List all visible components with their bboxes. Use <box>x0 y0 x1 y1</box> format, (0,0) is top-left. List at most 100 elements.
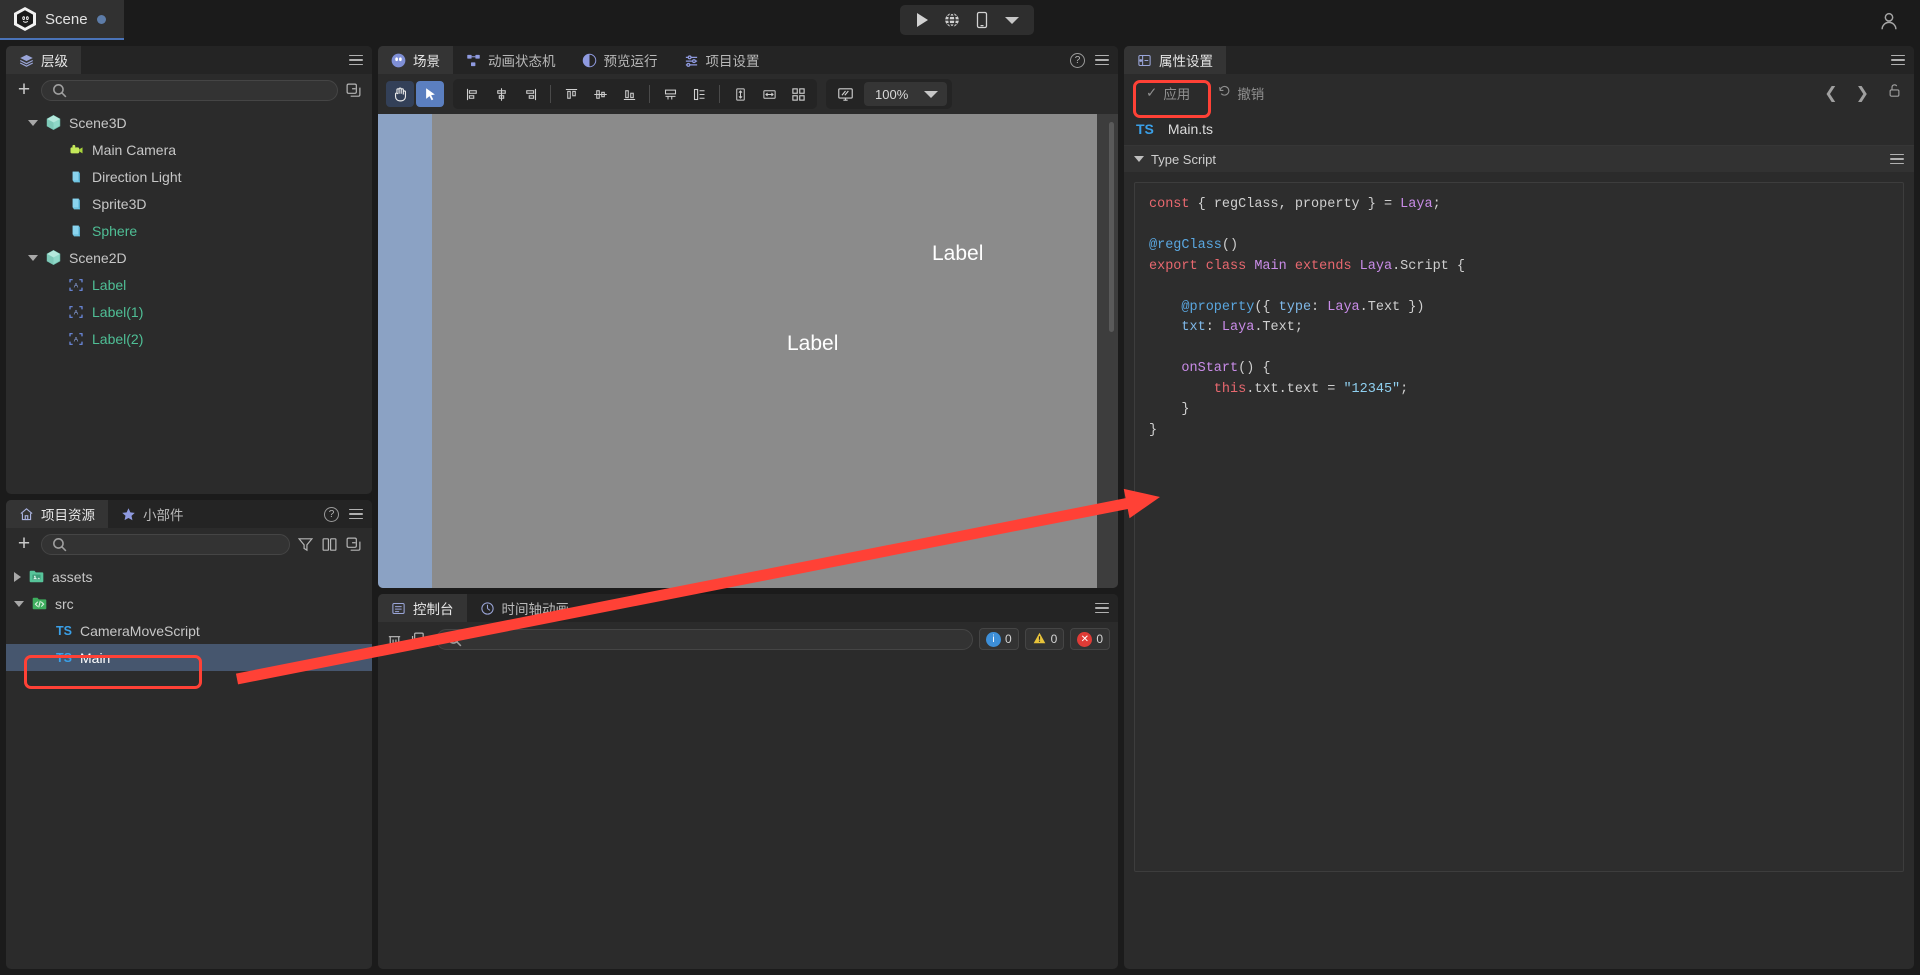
script-section-menu-icon[interactable] <box>1890 154 1904 165</box>
laya-ide-window: Scene <box>0 0 1920 975</box>
hand-tool-icon[interactable] <box>386 81 414 107</box>
tab-widgets[interactable]: 小部件 <box>108 500 197 528</box>
chevron-down-icon[interactable] <box>14 601 24 607</box>
hierarchy-search-box[interactable] <box>41 80 338 101</box>
chevron-down-icon[interactable] <box>28 120 38 126</box>
project-node-assets[interactable]: assets <box>6 563 372 590</box>
scene-viewport[interactable]: Label Label <box>378 114 1118 588</box>
tab-scene[interactable]: 场景 <box>378 46 453 74</box>
run-icon[interactable] <box>909 8 935 32</box>
hierarchy-menu-icon[interactable] <box>349 55 363 66</box>
console-search-input[interactable] <box>468 632 963 646</box>
device-icon[interactable] <box>969 8 995 32</box>
tab-project-settings-label: 项目设置 <box>706 50 760 70</box>
code-token: .Text }) <box>1360 300 1425 315</box>
hierarchy-node-label[interactable]: ALabel <box>6 271 372 298</box>
copy-console-icon[interactable] <box>409 631 426 648</box>
hierarchy-node-direction-light[interactable]: Direction Light <box>6 163 372 190</box>
hierarchy-node-main-camera[interactable]: Main Camera <box>6 136 372 163</box>
tab-timeline-animation[interactable]: 时间轴动画 <box>467 594 583 622</box>
distribute-horizontal-icon[interactable] <box>656 81 684 107</box>
tab-hierarchy[interactable]: 层级 <box>6 46 81 74</box>
match-height-icon[interactable] <box>726 81 754 107</box>
inspector-menu-icon[interactable] <box>1891 55 1905 66</box>
add-node-button[interactable]: + <box>14 81 34 101</box>
align-left-icon[interactable] <box>458 81 486 107</box>
project-node-main[interactable]: TSMain <box>6 644 372 671</box>
project-node-cameramovescript[interactable]: TSCameraMoveScript <box>6 617 372 644</box>
window-scene-tab[interactable]: Scene <box>0 0 124 40</box>
project-menu-icon[interactable] <box>349 509 363 520</box>
grid-layout-icon[interactable] <box>784 81 812 107</box>
hierarchy-node-scene2d[interactable]: Scene2D <box>6 244 372 271</box>
chevron-right-icon[interactable] <box>14 572 21 582</box>
revert-button[interactable]: 撤销 <box>1206 79 1276 107</box>
code-token: Main <box>1254 259 1286 274</box>
chevron-right-icon[interactable]: ❯ <box>1856 83 1869 103</box>
match-width-icon[interactable] <box>755 81 783 107</box>
scene-menu-icon[interactable] <box>1095 55 1109 66</box>
clear-console-icon[interactable] <box>386 631 403 648</box>
script-section-header[interactable]: Type Script <box>1124 146 1914 172</box>
hierarchy-node-sphere[interactable]: Sphere <box>6 217 372 244</box>
stage-label-text[interactable]: Label <box>932 242 983 266</box>
filter-icon[interactable] <box>297 536 314 553</box>
console-menu-icon[interactable] <box>1095 603 1109 614</box>
collapse-all-icon[interactable] <box>345 536 362 553</box>
collapse-all-icon[interactable] <box>345 82 362 99</box>
info-count-badge[interactable]: i 0 <box>979 628 1019 650</box>
console-search-box[interactable] <box>436 629 973 650</box>
toolbar-divider <box>719 85 720 103</box>
code-editor[interactable]: const { regClass, property } = Laya; @re… <box>1134 182 1904 872</box>
hierarchy-node-label-2-[interactable]: ALabel(2) <box>6 325 372 352</box>
viewport-vertical-scrollbar[interactable] <box>1109 122 1114 332</box>
user-avatar-icon[interactable] <box>1878 10 1900 32</box>
tab-project-settings[interactable]: 项目设置 <box>671 46 773 74</box>
warning-icon <box>1032 631 1047 648</box>
zoom-level-select[interactable]: 100% <box>864 82 947 106</box>
project-search-input[interactable] <box>73 538 280 552</box>
tab-project-assets[interactable]: 项目资源 <box>6 500 108 528</box>
tab-animation-state-machine[interactable]: 动画状态机 <box>453 46 569 74</box>
stage-label-text[interactable]: Label <box>787 332 838 356</box>
help-icon[interactable]: ? <box>1070 53 1085 68</box>
code-line <box>1149 339 1889 360</box>
align-center-horizontal-icon[interactable] <box>487 81 515 107</box>
align-bottom-icon[interactable] <box>615 81 643 107</box>
hierarchy-node-scene3d[interactable]: Scene3D <box>6 109 372 136</box>
chevron-down-icon[interactable] <box>999 8 1025 32</box>
tab-preview-run[interactable]: 预览运行 <box>569 46 671 74</box>
distribute-vertical-icon[interactable] <box>685 81 713 107</box>
align-top-icon[interactable] <box>557 81 585 107</box>
tab-console[interactable]: 控制台 <box>378 594 467 622</box>
inspector-header-actions <box>1891 46 1905 74</box>
hierarchy-node-label-1-[interactable]: ALabel(1) <box>6 298 372 325</box>
warning-count-badge[interactable]: 0 <box>1025 628 1065 650</box>
unlock-icon[interactable] <box>1887 82 1902 104</box>
hierarchy-search-input[interactable] <box>73 84 328 98</box>
apply-button[interactable]: ✓ 应用 <box>1134 79 1202 107</box>
error-count-badge[interactable]: ✕ 0 <box>1070 628 1110 650</box>
browser-icon[interactable] <box>939 8 965 32</box>
scene-stage[interactable]: Label Label <box>432 114 1097 588</box>
project-node-src[interactable]: src <box>6 590 372 617</box>
hierarchy-node-sprite3d[interactable]: Sprite3D <box>6 190 372 217</box>
tab-inspector[interactable]: 属性设置 <box>1124 46 1226 74</box>
search-icon <box>51 82 68 99</box>
align-right-icon[interactable] <box>516 81 544 107</box>
add-asset-button[interactable]: + <box>14 535 34 555</box>
console-toolbar: i 0 0 ✕ 0 <box>378 622 1118 656</box>
chevron-down-icon[interactable] <box>28 255 38 261</box>
select-tool-icon[interactable] <box>416 81 444 107</box>
chevron-left-icon[interactable]: ❮ <box>1824 83 1837 103</box>
project-search-box[interactable] <box>41 534 290 555</box>
code-line: const { regClass, property } = Laya; <box>1149 195 1889 216</box>
code-token: ({ <box>1254 300 1278 315</box>
hierarchy-node-label: Label(2) <box>92 331 143 347</box>
ts-icon: TS <box>55 622 73 640</box>
display-mode-icon[interactable] <box>831 81 859 107</box>
align-middle-vertical-icon[interactable] <box>586 81 614 107</box>
help-icon[interactable]: ? <box>324 507 339 522</box>
split-view-icon[interactable] <box>321 536 338 553</box>
text-node-icon: A <box>67 276 85 294</box>
